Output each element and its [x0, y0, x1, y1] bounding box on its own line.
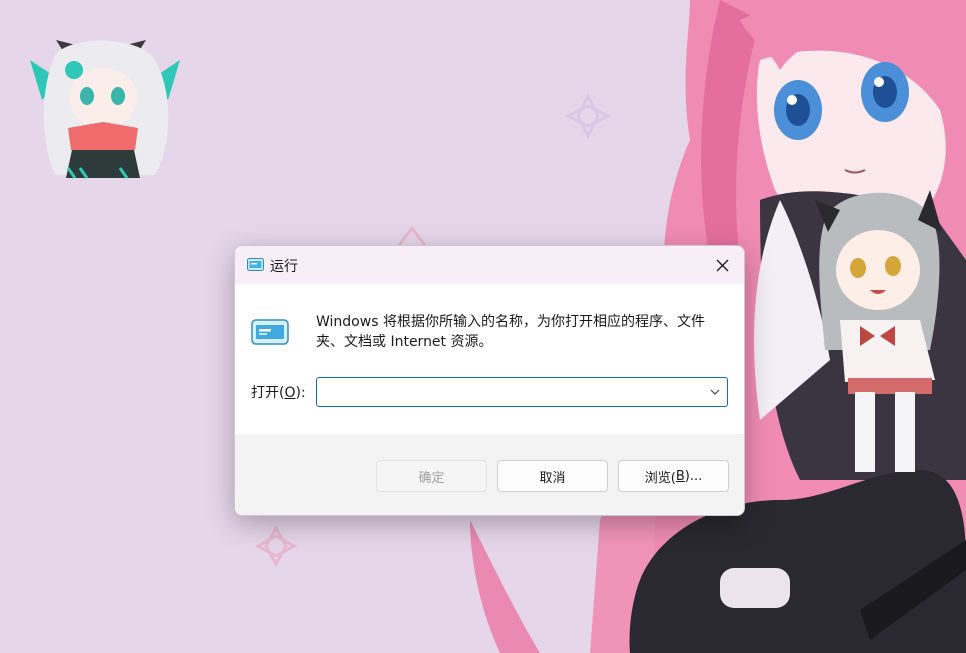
dialog-footer: 确定 取消 浏览(B)...	[235, 434, 744, 515]
open-input[interactable]	[317, 378, 697, 406]
browse-button[interactable]: 浏览(B)...	[618, 460, 729, 492]
ok-button[interactable]: 确定	[376, 460, 487, 492]
open-combobox[interactable]	[316, 377, 728, 407]
dialog-description: Windows 将根据你所输入的名称，为你打开相应的程序、文件夹、文档或 Int…	[316, 314, 705, 350]
dialog-titlebar[interactable]: 运行	[235, 246, 744, 284]
cancel-button-label: 取消	[539, 470, 566, 486]
sparkle-decoration	[564, 92, 612, 140]
browse-button-accesskey: B	[675, 468, 685, 484]
dialog-title: 运行	[270, 259, 298, 275]
run-dialog: 运行 Windows 将根据你所输入的名称，为你打开相应的程序、文件夹、文档或 …	[234, 245, 745, 516]
open-label-prefix: 打开(	[251, 385, 285, 401]
cancel-button[interactable]: 取消	[497, 460, 608, 492]
chevron-down-icon[interactable]	[709, 386, 721, 398]
open-label: 打开(O):	[251, 382, 306, 402]
sparkle-decoration	[254, 524, 298, 568]
browse-button-suffix: )...	[684, 468, 703, 484]
chibi-character-left	[30, 40, 180, 179]
close-icon	[716, 259, 728, 271]
run-icon	[247, 258, 264, 271]
close-button[interactable]	[700, 246, 744, 284]
run-program-icon	[251, 319, 289, 345]
open-label-accesskey: O	[284, 385, 296, 401]
open-label-suffix: ):	[295, 385, 306, 401]
browse-button-prefix: 浏览(	[644, 470, 676, 486]
dialog-content: Windows 将根据你所输入的名称，为你打开相应的程序、文件夹、文档或 Int…	[235, 284, 744, 434]
ok-button-label: 确定	[418, 470, 445, 486]
